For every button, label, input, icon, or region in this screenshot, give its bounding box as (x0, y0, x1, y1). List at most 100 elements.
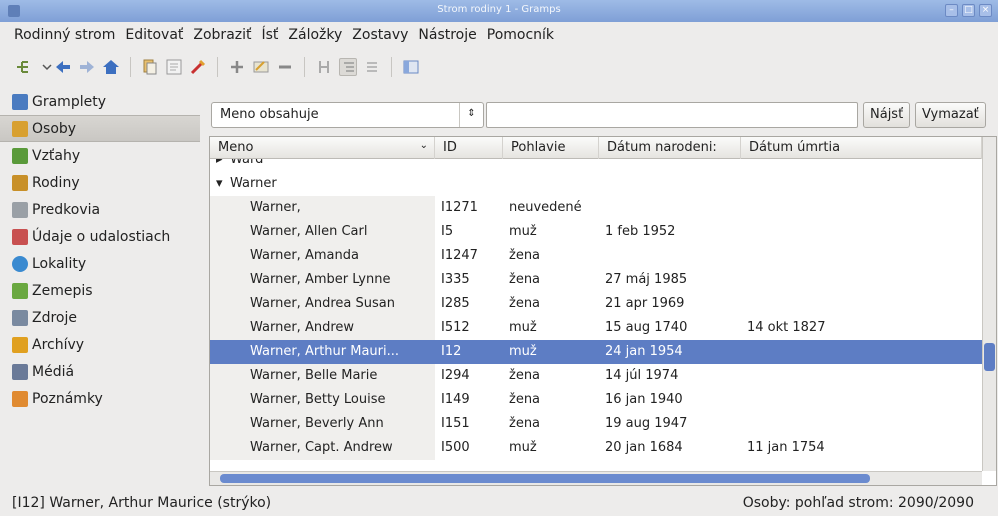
sidebar-item-label: Osoby (32, 120, 77, 137)
expander-icon: ▾ (216, 176, 223, 191)
edit-person-icon[interactable] (252, 58, 270, 76)
tools-icon[interactable] (189, 58, 207, 76)
cell-gender: žena (509, 392, 541, 407)
sidebar-item-label: Médiá (32, 363, 75, 380)
vertical-scrollbar[interactable] (982, 137, 996, 471)
sidebar-item-osoby[interactable]: Osoby (0, 115, 200, 142)
menu-item-zalozky[interactable]: Záložky (288, 27, 342, 43)
sidebar-icon[interactable] (402, 58, 420, 76)
sidebar-item-rodiny[interactable]: Rodiny (0, 169, 200, 196)
find-button[interactable]: Nájsť (863, 102, 911, 128)
families-icon (12, 174, 28, 191)
column-header-name[interactable]: Meno ⌄ (210, 137, 435, 159)
cell-birth: 1 feb 1952 (605, 224, 676, 239)
table-row[interactable]: Warner, I1271 neuvedené (210, 196, 982, 220)
maximize-icon[interactable]: □ (962, 4, 975, 17)
table-row[interactable]: Warner, Andrea Susan I285 žena 21 apr 1969 (210, 292, 982, 316)
cell-birth: 24 jan 1954 (605, 344, 683, 359)
cell-id: I335 (441, 272, 470, 287)
dropdown-icon[interactable] (38, 58, 52, 76)
menu-item-nastroje[interactable]: Nástroje (418, 27, 476, 43)
cell-name: Warner, Arthur Mauri... (250, 344, 400, 359)
copy-icon[interactable] (141, 58, 159, 76)
table-row[interactable]: Warner, Amanda I1247 žena (210, 244, 982, 268)
scroll-thumb[interactable] (220, 474, 870, 483)
sidebar-item-label: Predkovia (32, 201, 101, 218)
remove-icon[interactable] (276, 58, 294, 76)
add-icon[interactable] (228, 58, 246, 76)
table-row[interactable]: Warner, Betty Louise I149 žena 16 jan 1940 (210, 388, 982, 412)
merge-icon[interactable] (315, 58, 333, 76)
sidebar-item-zemepis[interactable]: Zemepis (0, 277, 200, 304)
sidebar-item-media[interactable]: Médiá (0, 358, 200, 385)
sidebar-item-udaje-o-udalostiach[interactable]: Údaje o udalostiach (0, 223, 200, 250)
cell-name: Warner, Betty Louise (250, 392, 386, 407)
scroll-thumb[interactable] (984, 343, 995, 371)
status-left: [I12] Warner, Arthur Maurice (strýko) (12, 495, 272, 511)
menu-item-pomocnik[interactable]: Pomocník (487, 27, 554, 43)
cell-id: I1271 (441, 200, 478, 215)
horizontal-scrollbar[interactable] (210, 471, 982, 485)
edit-icon[interactable] (165, 58, 183, 76)
home-icon[interactable] (102, 58, 120, 76)
cell-death: 14 okt 1827 (747, 320, 826, 335)
tree-toggle-icon[interactable] (339, 58, 357, 76)
menu-item-editovat[interactable]: Editovať (125, 27, 183, 43)
column-header-id[interactable]: ID (435, 137, 503, 159)
table-row[interactable]: Warner, Capt. Andrew I500 muž 20 jan 1684 11… (210, 436, 982, 460)
sidebar-item-gramplety[interactable]: Gramplety (0, 88, 200, 115)
sidebar-item-label: Údaje o udalostiach (32, 228, 171, 245)
cell-name: Warner, Amber Lynne (250, 272, 391, 287)
minimize-icon[interactable]: – (945, 4, 958, 17)
geography-icon (12, 282, 28, 299)
close-icon[interactable]: × (979, 4, 992, 17)
menu-item-ist[interactable]: Ísť (262, 27, 279, 43)
table-row[interactable]: Warner, Andrew I512 muž 15 aug 1740 14 okt 1… (210, 316, 982, 340)
notes-icon (12, 390, 28, 407)
cell-birth: 20 jan 1684 (605, 440, 683, 455)
table-header: Meno ⌄ ID Pohlavie Dátum narodeni: Dátum … (210, 137, 982, 159)
sidebar-item-lokality[interactable]: Lokality (0, 250, 200, 277)
cell-name: Warner, Andrew (250, 320, 355, 335)
table-row[interactable]: Warner, Allen Carl I5 muž 1 feb 1952 (210, 220, 982, 244)
menu-item-rodinny-strom[interactable]: Rodinný strom (14, 27, 115, 43)
table-row[interactable]: Warner, Beverly Ann I151 žena 19 aug 1947 (210, 412, 982, 436)
ancestry-icon (12, 201, 28, 218)
tree-view-icon[interactable] (14, 58, 32, 76)
sidebar-item-label: Lokality (32, 255, 87, 272)
clear-button[interactable]: Vymazať (915, 102, 986, 128)
search-input[interactable] (486, 102, 858, 128)
cell-id: I285 (441, 296, 470, 311)
cell-gender: žena (509, 368, 541, 383)
column-header-birth[interactable]: Dátum narodeni: (599, 137, 741, 159)
relationships-icon (12, 147, 28, 164)
table-row[interactable]: Warner, Arthur Mauri... I12 muž 24 jan 1954 (210, 340, 982, 364)
cell-birth: 19 aug 1947 (605, 416, 688, 431)
cell-gender: žena (509, 248, 541, 263)
filter-combo[interactable]: Meno obsahuje ⇕ (211, 102, 484, 128)
sidebar-item-label: Zemepis (32, 282, 93, 299)
sidebar-item-vztahy[interactable]: Vzťahy (0, 142, 200, 169)
column-header-gender[interactable]: Pohlavie (503, 137, 599, 159)
list-toggle-icon[interactable] (363, 58, 381, 76)
forward-icon[interactable] (78, 58, 96, 76)
sidebar-item-poznamky[interactable]: Poznámky (0, 385, 200, 412)
sidebar-item-zdroje[interactable]: Zdroje (0, 304, 200, 331)
menu-item-zobrazit[interactable]: Zobraziť (193, 27, 251, 43)
cell-id: I12 (441, 344, 462, 359)
group-row[interactable]: ▾ Warner (210, 172, 982, 196)
column-header-death[interactable]: Dátum úmrtia (741, 137, 982, 159)
table-row[interactable]: Warner, Belle Marie I294 žena 14 júl 1974 (210, 364, 982, 388)
status-right: Osoby: pohľad strom: 2090/2090 (742, 495, 974, 511)
title-bar: Strom rodiny 1 - Gramps – □ × (0, 0, 998, 22)
column-label: Meno (218, 140, 254, 155)
group-name: Warner (230, 176, 277, 191)
sidebar-item-label: Gramplety (32, 93, 106, 110)
group-row[interactable]: ▸ Ward (210, 159, 982, 172)
menu-item-zostavy[interactable]: Zostavy (352, 27, 408, 43)
sidebar-item-predkovia[interactable]: Predkovia (0, 196, 200, 223)
sidebar-item-archivy[interactable]: Archívy (0, 331, 200, 358)
back-icon[interactable] (54, 58, 72, 76)
table-row[interactable]: Warner, Amber Lynne I335 žena 27 máj 1985 (210, 268, 982, 292)
places-icon (12, 255, 28, 272)
